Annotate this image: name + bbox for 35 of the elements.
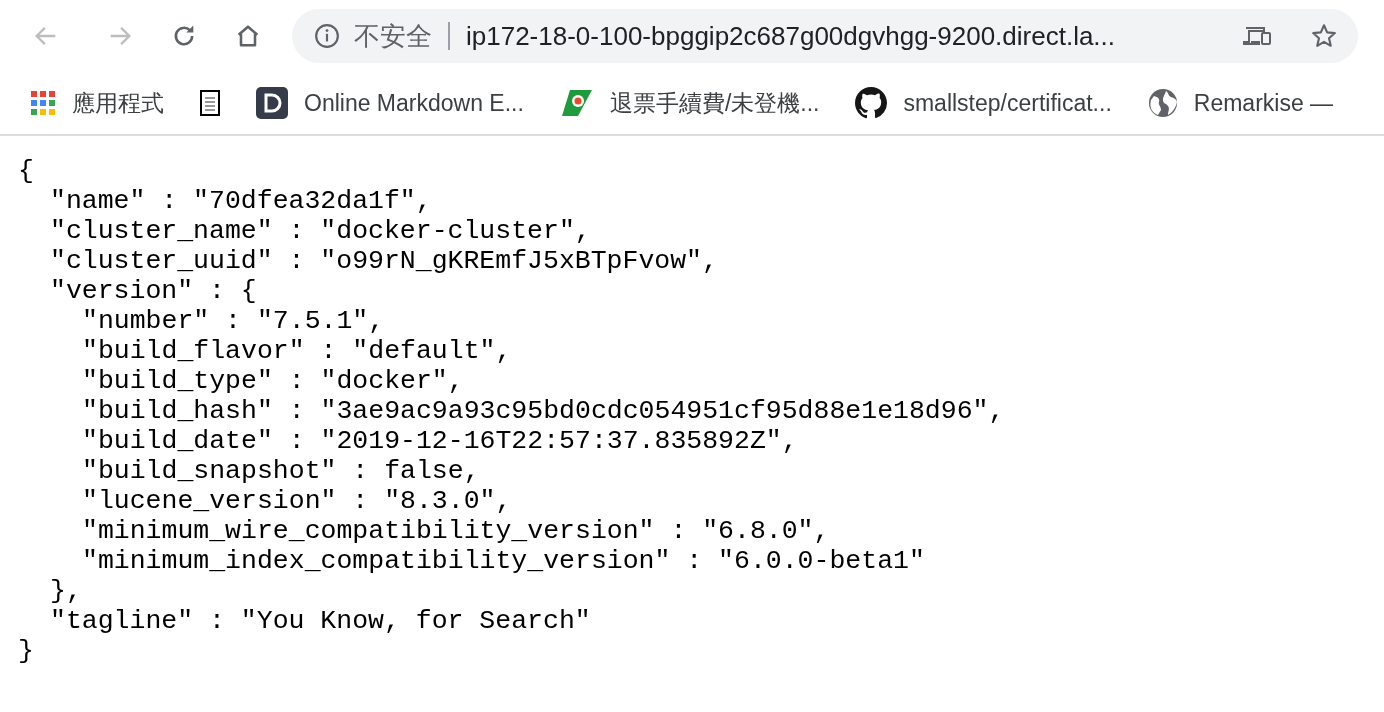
code-line: } xyxy=(18,636,34,666)
code-line: "build_type" : "docker", xyxy=(82,366,464,396)
devices-icon[interactable] xyxy=(1242,24,1274,48)
star-icon[interactable] xyxy=(1310,22,1338,50)
bookmark[interactable]: smallstep/certificat... xyxy=(855,87,1112,119)
code-line: "lucene_version" : "8.3.0", xyxy=(82,486,512,516)
bookmark[interactable] xyxy=(200,90,220,116)
address-bar[interactable]: 不安全 ip172-18-0-100-bpggip2c687g00dgvhgg-9200.direct.la... xyxy=(292,9,1358,63)
apps-grid-icon xyxy=(30,90,56,116)
code-line: "minimum_index_compatibility_version" : "6.0.0-beta1" xyxy=(82,546,925,576)
security-label: 不安全 xyxy=(354,19,432,53)
code-line: "cluster_uuid" : "o99rN_gKREmfJ5xBTpFvow", xyxy=(50,246,718,276)
bookmark[interactable]: 退票手續費/未登機... xyxy=(559,87,820,119)
bookmark[interactable]: 應用程式 xyxy=(30,87,164,119)
globe-icon xyxy=(1147,88,1178,118)
code-line: { xyxy=(18,156,34,186)
code-line: }, xyxy=(50,576,82,606)
code-line: "version" : { xyxy=(50,276,257,306)
code-line: "tagline" : "You Know, for Search" xyxy=(50,606,591,636)
url-text: ip172-18-0-100-bpggip2c687g00dgvhgg-9200.direct.la... xyxy=(466,20,1117,52)
document-icon xyxy=(200,90,220,116)
code-line: "number" : "7.5.1", xyxy=(82,306,385,336)
info-icon[interactable] xyxy=(314,23,340,49)
code-line: "name" : "70dfea32da1f", xyxy=(50,186,432,216)
code-line: "minimum_wire_compatibility_version" : "6.8.0", xyxy=(82,516,830,546)
code-line: "build_flavor" : "default", xyxy=(82,336,512,366)
bookmark[interactable]: Online Markdown E... xyxy=(256,87,524,119)
code-line: "build_hash" : "3ae9ac9a93c95bd0cdc054951cf95d88e1e18d96", xyxy=(82,396,1005,426)
code-line: "build_date" : "2019-12-16T22:57:37.835892Z", xyxy=(82,426,798,456)
letter-d-icon xyxy=(256,87,288,119)
bookmark[interactable]: Remarkise — xyxy=(1147,88,1334,118)
octocat-icon xyxy=(855,87,888,119)
code-line: "cluster_name" : "docker-cluster", xyxy=(50,216,591,246)
airline-tail-icon xyxy=(559,88,594,118)
code-line: "build_snapshot" : false, xyxy=(82,456,480,486)
